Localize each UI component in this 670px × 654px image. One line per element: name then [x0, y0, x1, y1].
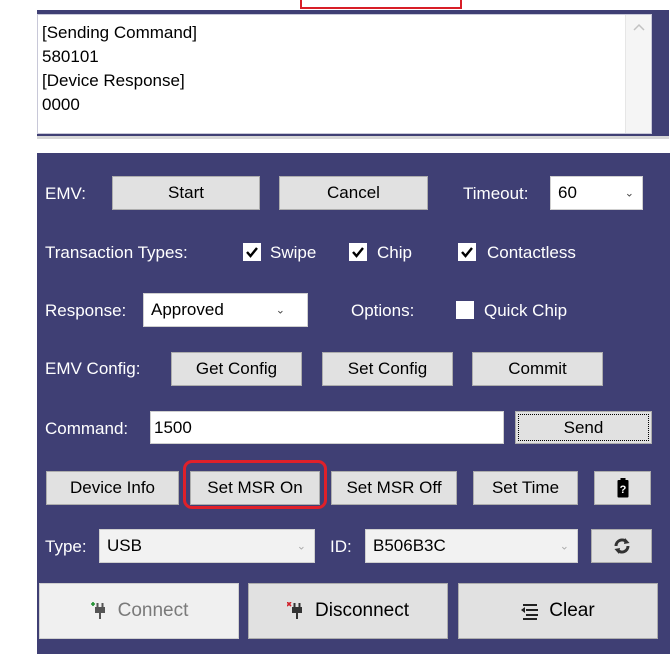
output-textbox[interactable]: [Sending Command] 580101 [Device Respons… [37, 14, 652, 134]
clear-label: Clear [549, 600, 595, 621]
timeout-select[interactable]: 60 ⌄ [550, 176, 643, 210]
device-info-button[interactable]: Device Info [46, 471, 179, 505]
refresh-button[interactable] [591, 529, 652, 563]
transaction-types-label: Transaction Types: [45, 243, 188, 262]
clear-button[interactable]: Clear [458, 583, 658, 639]
set-time-button[interactable]: Set Time [473, 471, 578, 505]
timeout-label: Timeout: [463, 184, 529, 203]
contactless-checkbox[interactable] [458, 243, 476, 261]
get-config-button[interactable]: Get Config [171, 352, 302, 386]
emv-label: EMV: [45, 184, 86, 203]
emv-config-label: EMV Config: [45, 359, 141, 378]
options-label: Options: [351, 301, 415, 320]
connect-button[interactable]: Connect [39, 583, 239, 639]
chevron-down-icon: ⌄ [296, 540, 306, 553]
type-select[interactable]: USB ⌄ [99, 529, 315, 563]
svg-text:?: ? [619, 484, 626, 496]
chevron-down-icon: ⌄ [275, 304, 285, 317]
battery-icon: ? [617, 478, 628, 498]
chip-checkbox[interactable] [349, 243, 367, 261]
connect-label: Connect [117, 600, 189, 621]
type-value: USB [107, 536, 142, 555]
send-button[interactable]: Send [515, 411, 652, 444]
set-config-button[interactable]: Set Config [322, 352, 453, 386]
control-panel: EMV: Start Cancel Timeout: 60 ⌄ Transact… [37, 153, 670, 654]
id-value: B506B3C [373, 536, 446, 555]
scroll-up-icon[interactable] [626, 15, 652, 39]
checkmark-icon [246, 247, 258, 258]
output-line: 0000 [42, 95, 80, 114]
disconnect-label: Disconnect [315, 600, 409, 621]
chevron-down-icon: ⌄ [624, 187, 634, 200]
swipe-label: Swipe [270, 243, 317, 262]
swipe-checkbox[interactable] [243, 243, 261, 261]
divider [37, 136, 669, 139]
chip-label: Chip [377, 243, 412, 262]
checkmark-icon [352, 247, 364, 258]
highlight-marker-top [300, 0, 462, 9]
cancel-button[interactable]: Cancel [279, 176, 428, 210]
contactless-label: Contactless [487, 243, 576, 262]
quick-chip-checkbox[interactable] [456, 301, 474, 319]
output-scrollbar[interactable] [625, 15, 651, 133]
commit-button[interactable]: Commit [472, 352, 603, 386]
response-value: Approved [151, 300, 224, 319]
command-input[interactable]: 1500 [150, 411, 504, 444]
output-line: [Sending Command] [42, 23, 197, 42]
id-label: ID: [330, 537, 352, 556]
highlight-ring [183, 460, 327, 509]
output-line: [Device Response] [42, 71, 185, 90]
plug-icon [90, 602, 105, 619]
refresh-icon [613, 538, 630, 554]
quick-chip-label: Quick Chip [484, 301, 568, 320]
chevron-down-icon: ⌄ [559, 540, 569, 553]
unplug-icon [287, 602, 302, 619]
start-button[interactable]: Start [112, 176, 260, 210]
id-select[interactable]: B506B3C ⌄ [365, 529, 578, 563]
response-label: Response: [45, 301, 127, 320]
set-msr-off-button[interactable]: Set MSR Off [331, 471, 457, 505]
response-select[interactable]: Approved ⌄ [143, 293, 308, 327]
battery-button[interactable]: ? [594, 471, 651, 505]
command-label: Command: [45, 419, 129, 438]
timeout-value: 60 [558, 183, 577, 202]
type-label: Type: [45, 537, 87, 556]
output-line: 580101 [42, 47, 99, 66]
clear-list-icon [521, 604, 539, 620]
checkmark-icon [461, 247, 473, 258]
disconnect-button[interactable]: Disconnect [248, 583, 448, 639]
